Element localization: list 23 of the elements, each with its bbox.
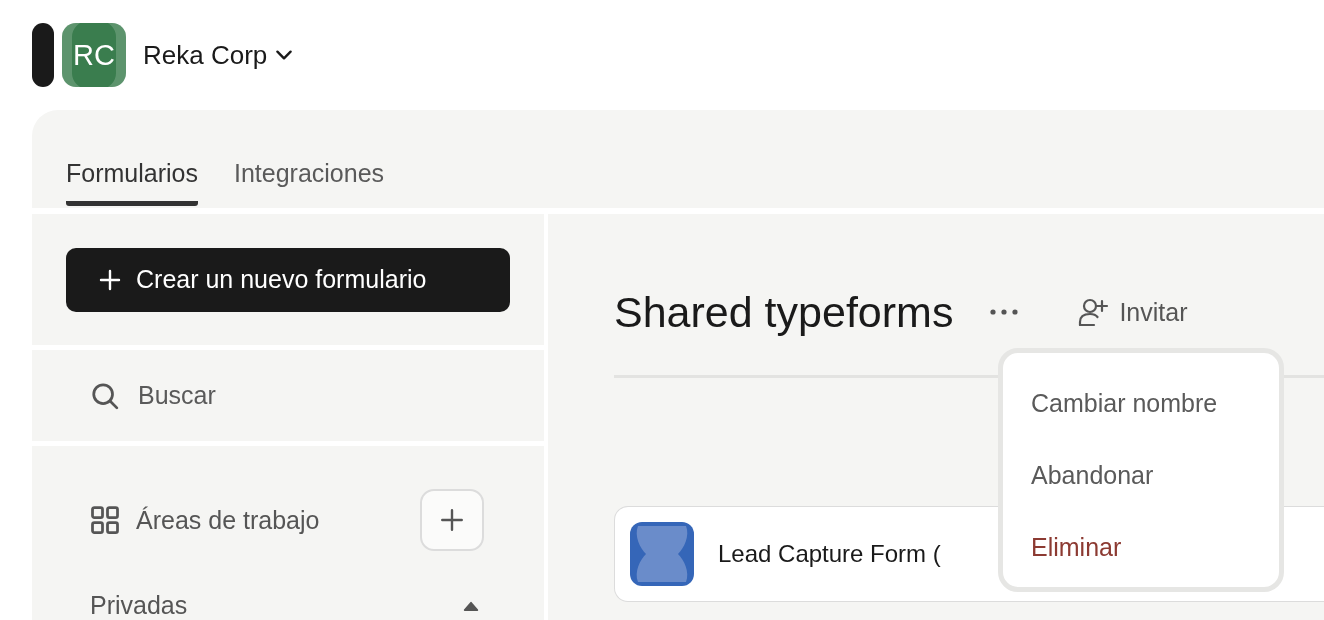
menu-item[interactable]: Eliminar	[1031, 511, 1271, 583]
invite-button[interactable]: Invitar	[1077, 296, 1188, 328]
add-workspace-button[interactable]	[420, 489, 484, 551]
add-user-icon	[1077, 296, 1110, 328]
plus-icon	[439, 507, 465, 533]
grid-icon	[90, 505, 120, 535]
form-thumbnail-icon	[630, 522, 694, 586]
menu-item[interactable]: Cambiar nombre	[1031, 367, 1271, 439]
plus-icon	[98, 267, 122, 292]
tab[interactable]: Formularios	[66, 110, 198, 206]
page-title: Shared typeforms	[614, 287, 954, 337]
search-icon	[90, 380, 120, 411]
workspace-avatar[interactable]: RC	[62, 23, 126, 87]
form-title: Lead Capture Form (	[718, 540, 941, 568]
search-field[interactable]: Buscar	[136, 380, 340, 411]
workspaces-label: Áreas de trabajo	[136, 505, 321, 535]
caret-icon[interactable]	[462, 600, 480, 611]
more-icon	[989, 308, 1020, 316]
tab[interactable]: Integraciones	[234, 110, 385, 206]
workspace-tab-marker	[32, 23, 54, 87]
workspace-switcher[interactable]: Reka Corp	[143, 39, 296, 71]
create-form-button[interactable]: Crear un nuevo formulario	[66, 247, 510, 312]
section-label[interactable]: Privadas	[90, 591, 188, 620]
